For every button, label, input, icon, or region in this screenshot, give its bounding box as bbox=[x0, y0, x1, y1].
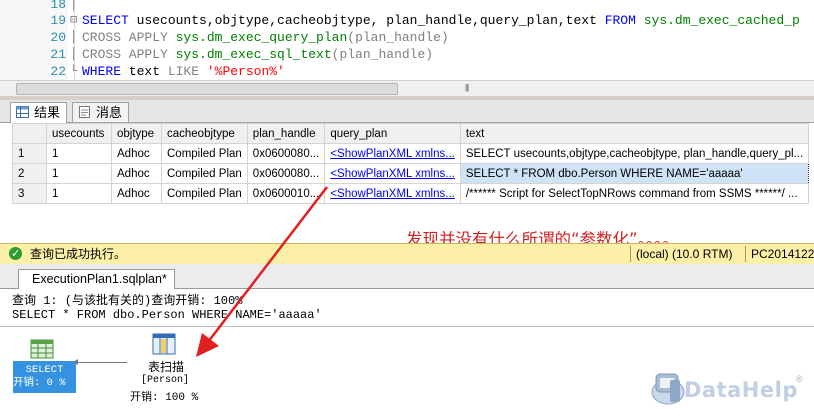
watermark-text: DataHelp bbox=[684, 378, 798, 402]
datahelp-watermark: DataHelp ® bbox=[650, 356, 810, 414]
annotation-arrow-icon bbox=[196, 186, 328, 357]
watermark-registered-mark: ® bbox=[796, 374, 803, 384]
